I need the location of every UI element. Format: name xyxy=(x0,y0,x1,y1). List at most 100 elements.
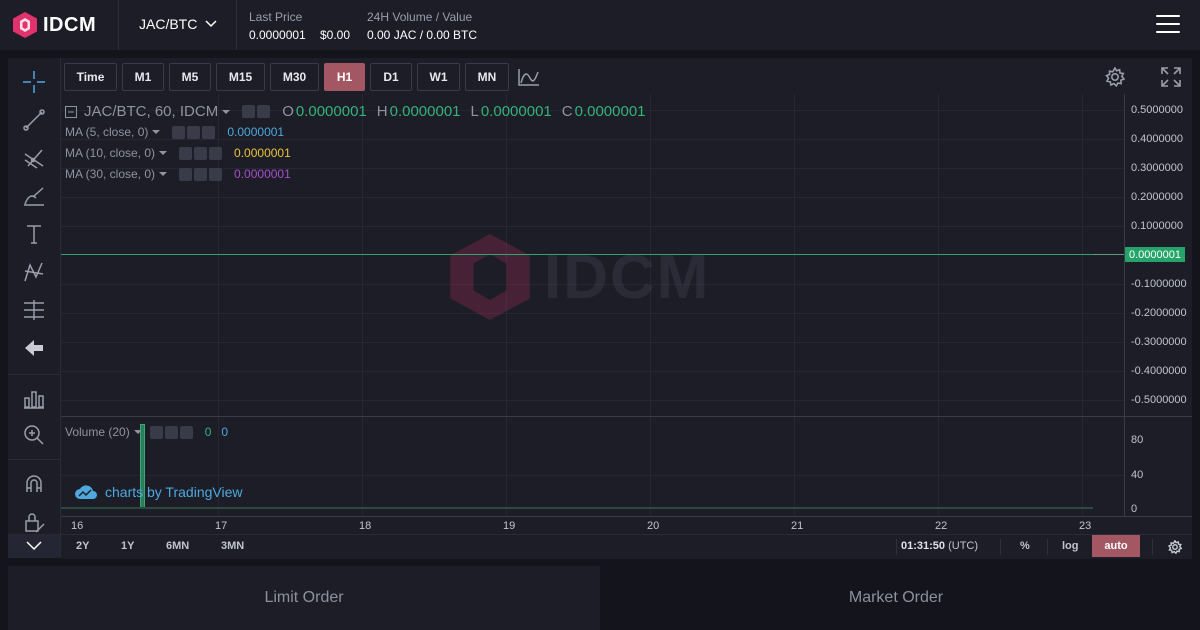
tradingview-credit[interactable]: charts by TradingView xyxy=(74,484,242,500)
timeframe-time-button[interactable]: Time xyxy=(64,63,117,91)
grid-line xyxy=(938,94,939,516)
collapse-toolbar-button[interactable] xyxy=(8,534,60,558)
range-3mn-button[interactable]: 3MN xyxy=(221,540,244,552)
utc-clock[interactable]: 01:31:50 (UTC) xyxy=(901,540,978,552)
gear-icon[interactable] xyxy=(257,105,271,118)
timeframe-d1-button[interactable]: D1 xyxy=(370,63,412,91)
arrow-left-icon[interactable] xyxy=(20,334,48,362)
price-tick: 0.2000000 xyxy=(1131,191,1183,203)
idcm-watermark-logo-icon xyxy=(450,234,530,320)
eye-icon[interactable] xyxy=(179,146,193,160)
gear-icon[interactable] xyxy=(194,146,208,160)
divider xyxy=(896,539,897,555)
time-axis[interactable]: 16 17 18 19 20 21 22 23 xyxy=(61,516,1192,535)
price-tick: -0.4000000 xyxy=(1131,365,1187,377)
gear-icon[interactable] xyxy=(187,125,201,139)
grid-line xyxy=(1082,94,1083,516)
gear-icon[interactable] xyxy=(164,425,178,439)
zoom-in-icon[interactable] xyxy=(20,421,48,449)
pair-label: JAC/BTC xyxy=(139,16,198,32)
indicators-icon[interactable] xyxy=(516,63,542,91)
percent-scale-button[interactable]: % xyxy=(1020,540,1030,552)
tool-settings-icon[interactable] xyxy=(20,384,48,412)
volume-tick: 40 xyxy=(1131,469,1144,481)
brand-logo[interactable]: IDCM xyxy=(13,12,96,38)
last-price-btc: 0.0000001 xyxy=(249,28,306,42)
auto-scale-button[interactable]: auto xyxy=(1092,535,1140,557)
timeframe-m1-button[interactable]: M1 xyxy=(122,63,164,91)
volume-label: 24H Volume / Value xyxy=(367,10,473,24)
price-tick: -0.1000000 xyxy=(1131,278,1187,290)
close-icon[interactable] xyxy=(209,146,223,160)
grid-line xyxy=(61,139,1124,140)
indicator-legend-ma10: MA (10, close, 0) 0.0000001 xyxy=(65,146,291,160)
text-tool-icon[interactable] xyxy=(20,220,48,248)
close-icon[interactable] xyxy=(202,125,216,139)
eye-icon[interactable] xyxy=(179,167,193,181)
chevron-down-icon xyxy=(205,20,217,28)
lock-drawings-icon[interactable] xyxy=(20,508,48,536)
close-icon[interactable] xyxy=(179,425,193,439)
indicator-label[interactable]: MA (10, close, 0) xyxy=(65,146,155,160)
range-1y-button[interactable]: 1Y xyxy=(121,540,134,552)
caret-down-icon[interactable] xyxy=(152,130,161,134)
indicator-legend-ma5: MA (5, close, 0) 0.0000001 xyxy=(65,125,284,139)
magnet-icon[interactable] xyxy=(20,470,48,498)
divider xyxy=(1152,539,1153,555)
volume-label[interactable]: Volume (20) xyxy=(65,425,130,439)
grid-line xyxy=(61,197,1124,198)
fullscreen-icon[interactable] xyxy=(1161,67,1181,92)
crosshair-icon[interactable] xyxy=(20,68,48,96)
divider xyxy=(8,374,60,375)
timeframe-toolbar: Time M1 M5 M15 M30 H1 D1 W1 MN xyxy=(64,62,542,92)
collapse-legend-icon[interactable] xyxy=(65,105,77,118)
price-tick: 0.3000000 xyxy=(1131,162,1183,174)
volume-tick: 80 xyxy=(1131,434,1144,446)
eye-icon[interactable] xyxy=(149,425,163,439)
high-value: 0.0000001 xyxy=(389,103,461,120)
price-axis[interactable]: 0.5000000 0.4000000 0.3000000 0.2000000 … xyxy=(1124,94,1193,516)
eye-icon[interactable] xyxy=(242,105,256,118)
hamburger-menu-icon[interactable] xyxy=(1156,15,1180,35)
range-2y-button[interactable]: 2Y xyxy=(76,540,89,552)
last-price-line xyxy=(61,254,1124,255)
indicator-label[interactable]: MA (5, close, 0) xyxy=(65,125,148,139)
chart-settings-gear-icon[interactable] xyxy=(1105,66,1126,92)
indicator-label[interactable]: MA (30, close, 0) xyxy=(65,167,155,181)
volume-legend: Volume (20) 0 0 xyxy=(65,425,228,439)
pair-selector[interactable]: JAC/BTC xyxy=(139,16,217,32)
main-series-legend: JAC/BTC, 60, IDCM O 0.0000001 H 0.0000001 … xyxy=(65,103,646,120)
timeframe-m5-button[interactable]: M5 xyxy=(169,63,211,91)
log-scale-button[interactable]: log xyxy=(1062,540,1079,552)
gear-icon[interactable] xyxy=(194,167,208,181)
close-value: 0.0000001 xyxy=(574,103,646,120)
range-6mn-button[interactable]: 6MN xyxy=(166,540,189,552)
pattern-icon[interactable] xyxy=(20,258,48,286)
close-icon[interactable] xyxy=(209,167,223,181)
pitchfork-icon[interactable] xyxy=(20,144,48,172)
series-title[interactable]: JAC/BTC, 60, IDCM xyxy=(84,103,218,120)
tab-market-order[interactable]: Market Order xyxy=(600,566,1192,630)
brush-icon[interactable] xyxy=(20,182,48,210)
divider xyxy=(236,0,237,50)
grid-line xyxy=(61,226,1124,227)
price-tick: 0.1000000 xyxy=(1131,220,1183,232)
timeframe-m15-button[interactable]: M15 xyxy=(216,63,265,91)
volume-pane-divider[interactable] xyxy=(61,416,1192,417)
tab-limit-order[interactable]: Limit Order xyxy=(8,566,600,630)
timeframe-mn-button[interactable]: MN xyxy=(465,63,509,91)
eye-icon[interactable] xyxy=(172,125,186,139)
caret-down-icon[interactable] xyxy=(159,151,168,155)
cloud-icon xyxy=(75,485,97,499)
caret-down-icon[interactable] xyxy=(159,172,168,176)
caret-down-icon[interactable] xyxy=(222,109,231,114)
timeframe-h1-button[interactable]: H1 xyxy=(324,63,365,91)
divider xyxy=(8,459,60,460)
trend-line-icon[interactable] xyxy=(20,106,48,134)
scale-settings-gear-icon[interactable] xyxy=(1168,540,1182,554)
chart-panel: Time M1 M5 M15 M30 H1 D1 W1 MN IDCM 0.50… xyxy=(8,58,1193,559)
measure-icon[interactable] xyxy=(20,296,48,324)
timeframe-w1-button[interactable]: W1 xyxy=(417,63,460,91)
timeframe-m30-button[interactable]: M30 xyxy=(270,63,319,91)
volume-controls xyxy=(149,425,195,439)
